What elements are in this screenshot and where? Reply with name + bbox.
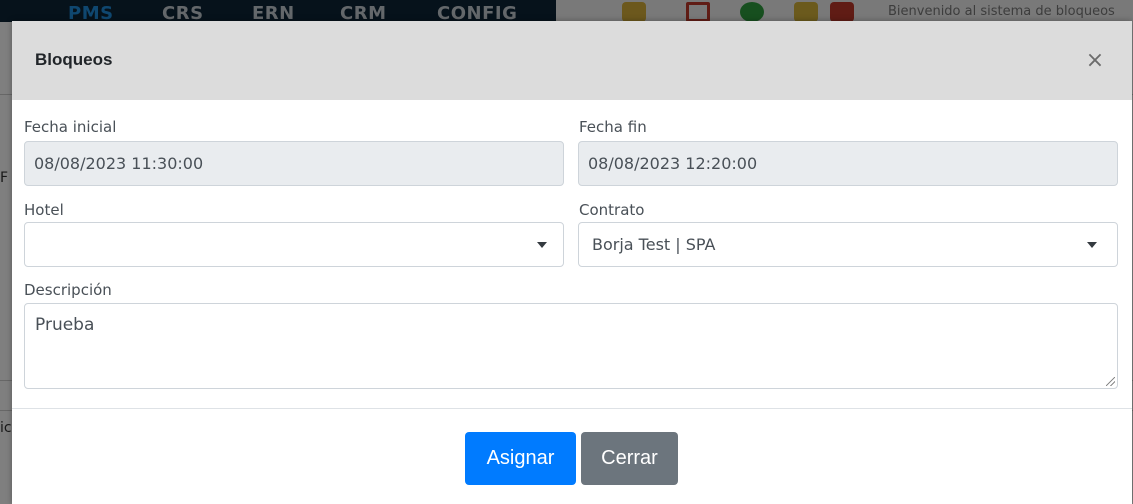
modal-title: Bloqueos bbox=[35, 50, 113, 69]
fecha-inicial-label: Fecha inicial bbox=[24, 118, 117, 136]
close-icon[interactable]: × bbox=[1084, 49, 1106, 73]
descripcion-value: Prueba bbox=[35, 315, 95, 335]
contrato-label: Contrato bbox=[579, 201, 645, 219]
modal-header: Bloqueos × bbox=[12, 21, 1132, 100]
bloqueos-modal: Bloqueos × Fecha inicial 08/08/2023 11:3… bbox=[12, 21, 1132, 504]
fecha-fin-label: Fecha fin bbox=[579, 118, 647, 136]
cerrar-button[interactable]: Cerrar bbox=[581, 432, 678, 485]
asignar-button[interactable]: Asignar bbox=[465, 432, 576, 485]
fecha-fin-input[interactable]: 08/08/2023 12:20:00 bbox=[578, 141, 1118, 186]
modal-footer-divider bbox=[12, 408, 1132, 409]
descripcion-textarea[interactable]: Prueba bbox=[24, 303, 1118, 389]
contrato-selected-value: Borja Test | SPA bbox=[592, 235, 716, 254]
chevron-down-icon bbox=[537, 242, 547, 248]
hotel-select[interactable] bbox=[24, 222, 564, 267]
resize-grip-icon[interactable] bbox=[1106, 377, 1115, 386]
chevron-down-icon bbox=[1087, 242, 1097, 248]
contrato-select[interactable]: Borja Test | SPA bbox=[578, 222, 1118, 267]
descripcion-label: Descripción bbox=[24, 281, 112, 299]
fecha-inicial-input[interactable]: 08/08/2023 11:30:00 bbox=[24, 141, 564, 186]
hotel-label: Hotel bbox=[24, 201, 64, 219]
